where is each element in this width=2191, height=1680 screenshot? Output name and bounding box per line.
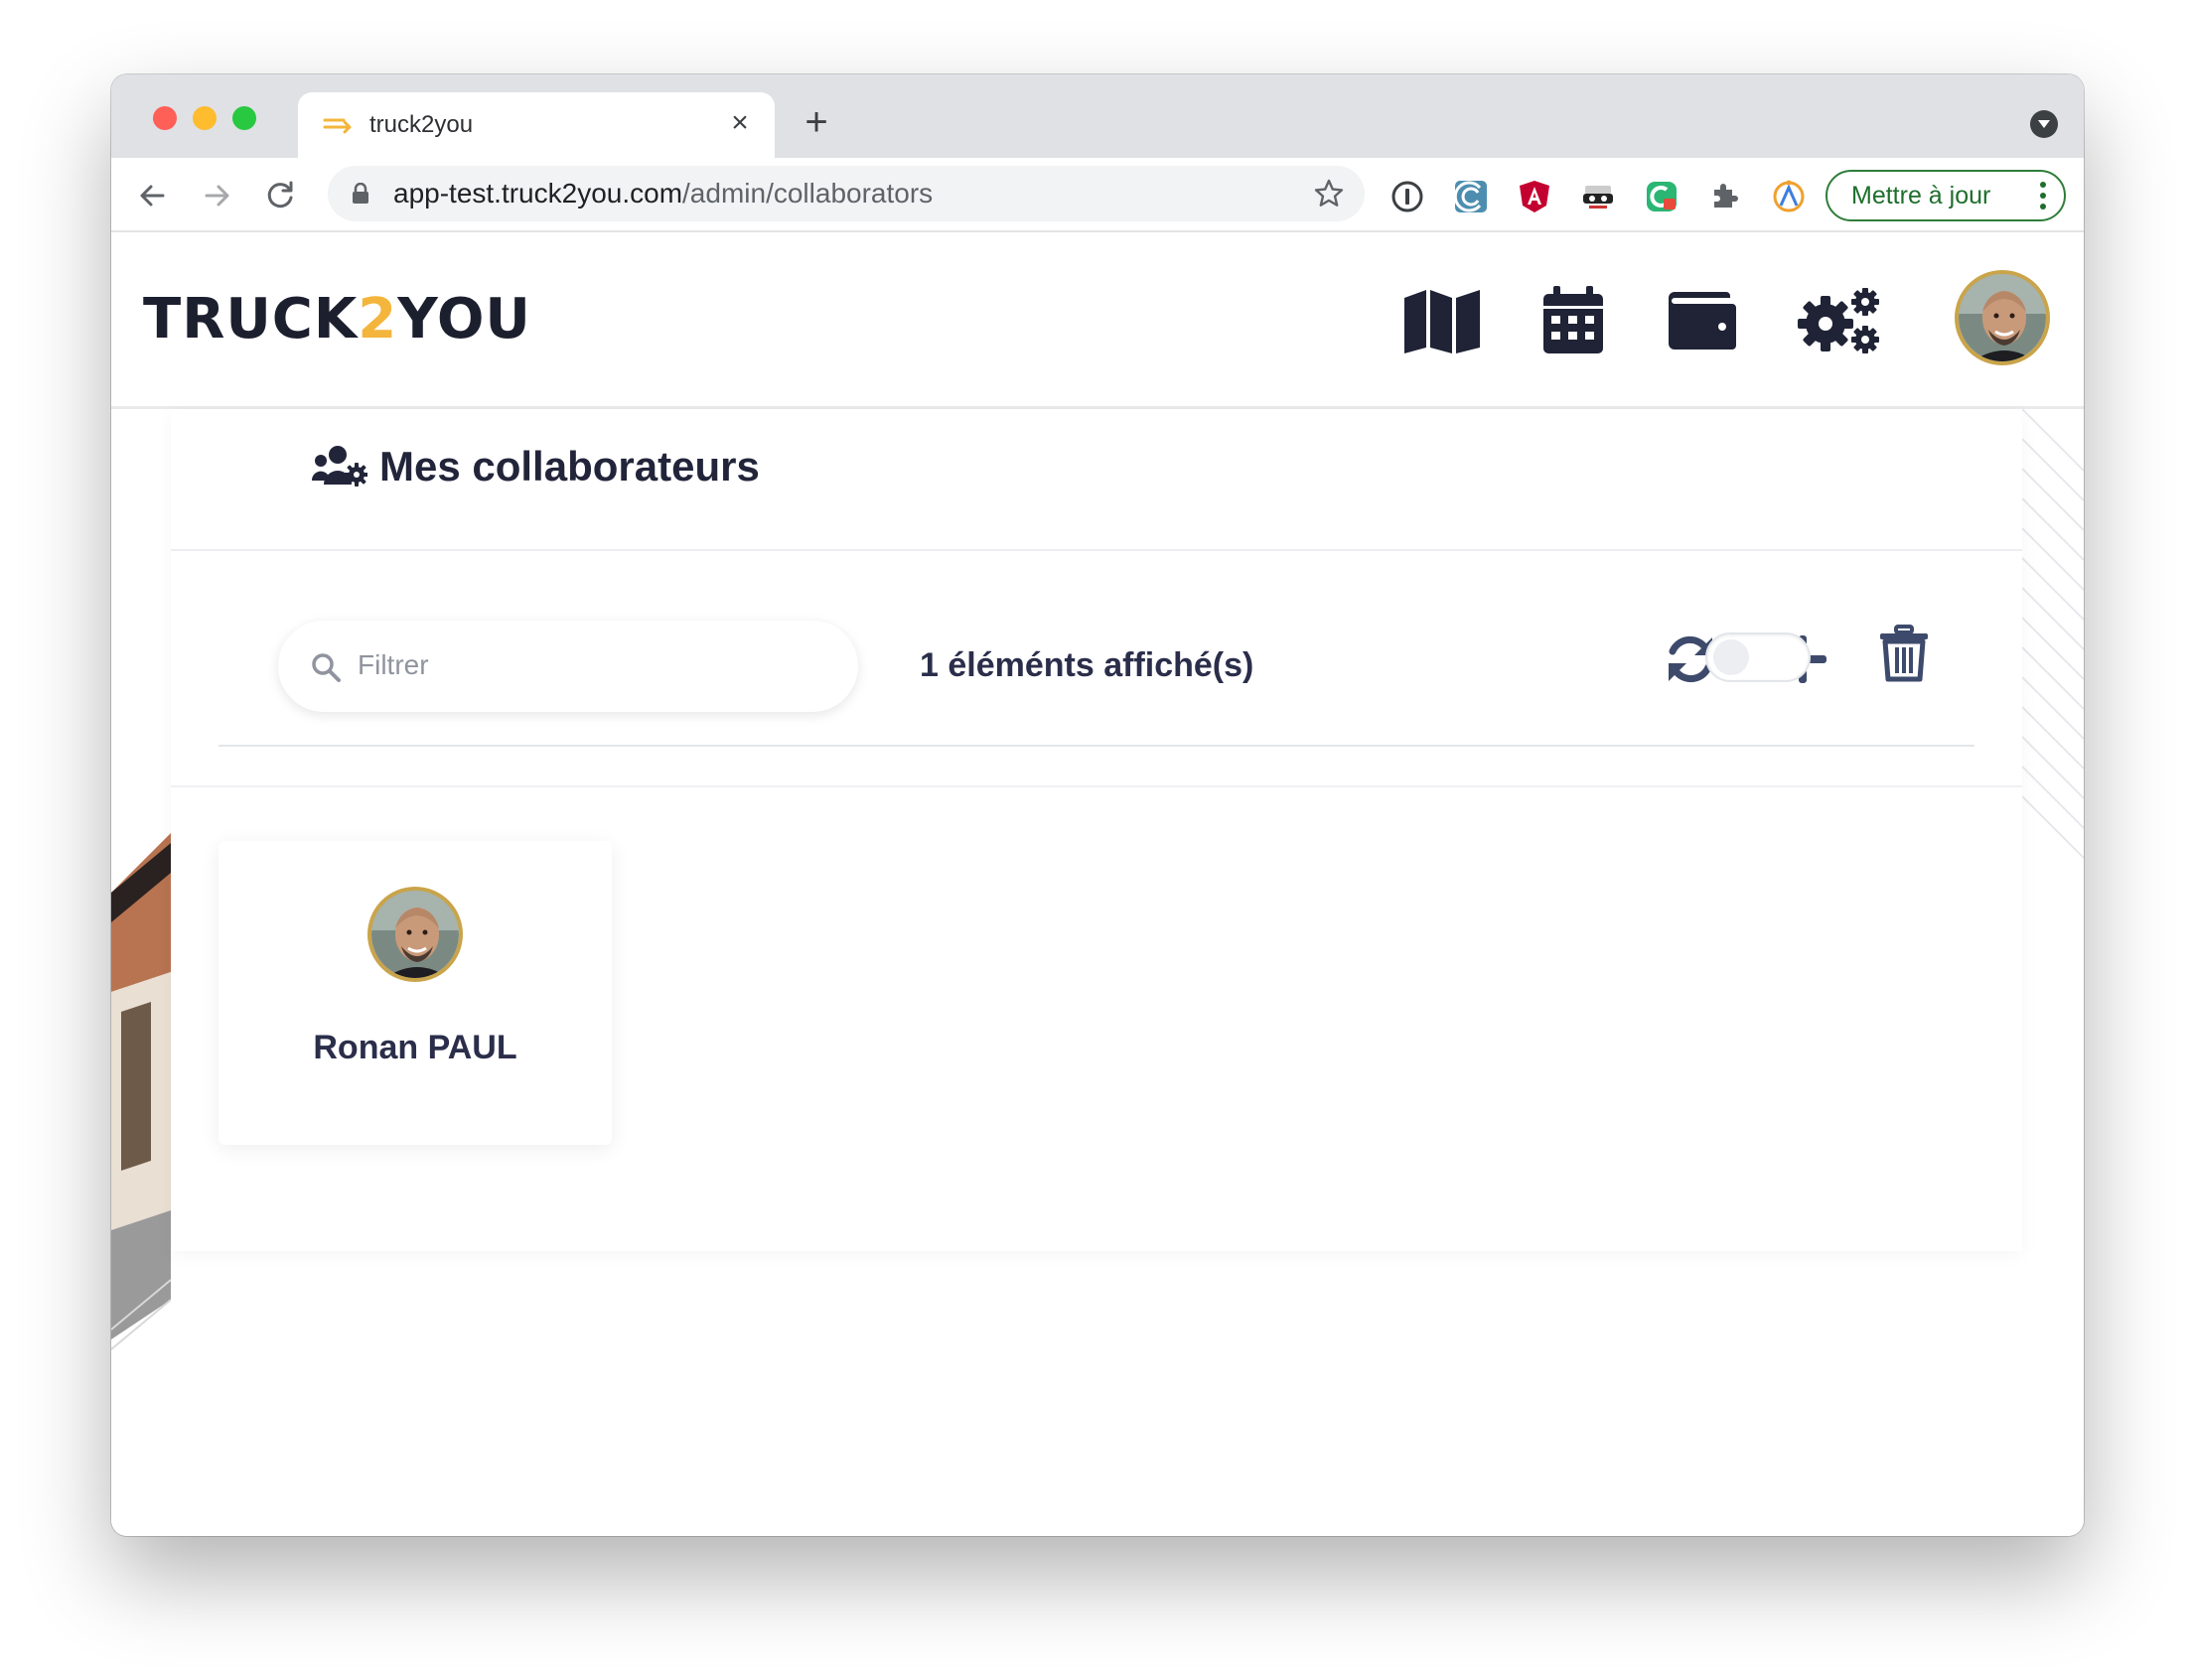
- tab-search-icon[interactable]: [2030, 110, 2058, 138]
- page-title: Mes collaborateurs: [312, 437, 760, 496]
- bookmark-star-icon[interactable]: [1313, 178, 1345, 210]
- calendar-icon[interactable]: [1534, 286, 1613, 355]
- rss-extension-icon[interactable]: [1772, 180, 1806, 213]
- user-photo: [1959, 274, 2046, 361]
- title-divider: [171, 549, 2022, 551]
- trash-icon[interactable]: [1874, 624, 1934, 683]
- web-page: TRUCK2YOU Mes collaborateurs Filtrer 1 é…: [111, 232, 2084, 1536]
- truck2you-logo[interactable]: TRUCK2YOU: [143, 290, 531, 350]
- gears-icon[interactable]: [1796, 286, 1885, 355]
- logo-part-2: 2: [358, 287, 398, 351]
- maximize-window-button[interactable]: [232, 106, 256, 130]
- lock-icon[interactable]: [352, 183, 369, 205]
- angular-devtools-icon[interactable]: [1518, 180, 1551, 213]
- toggle-knob: [1713, 639, 1749, 675]
- incognito-extension-icon[interactable]: [1581, 180, 1615, 213]
- toolbar-divider: [219, 745, 1974, 747]
- browser-tab[interactable]: truck2you ×: [298, 92, 775, 158]
- 1password-icon[interactable]: [1390, 180, 1424, 213]
- filter-field[interactable]: [278, 621, 858, 712]
- users-cog-icon: [312, 446, 367, 487]
- collaborators-panel: Mes collaborateurs 1 éléménts affiché(s): [171, 409, 2022, 1251]
- wave-extension-icon[interactable]: [1454, 180, 1488, 213]
- new-tab-button[interactable]: +: [797, 102, 836, 144]
- update-button-label: Mettre à jour: [1851, 182, 1991, 210]
- collaborator-card[interactable]: Ronan PAUL: [219, 841, 612, 1145]
- logo-part-you: YOU: [397, 287, 531, 351]
- close-window-button[interactable]: [153, 106, 177, 130]
- reload-icon[interactable]: [260, 176, 300, 215]
- search-icon: [312, 653, 341, 682]
- tab-strip: truck2you × +: [111, 74, 2084, 158]
- more-menu-icon[interactable]: [2040, 182, 2046, 210]
- collaborator-avatar: [367, 887, 463, 982]
- background-stripes-decoration: [2022, 409, 2084, 859]
- address-bar[interactable]: app-test.truck2you.com/admin/collaborato…: [328, 166, 1365, 221]
- url-host: app-test.truck2you.com: [393, 178, 683, 209]
- url-text[interactable]: app-test.truck2you.com/admin/collaborato…: [393, 178, 933, 210]
- browser-toolbar: app-test.truck2you.com/admin/collaborato…: [111, 158, 2084, 232]
- minimize-window-button[interactable]: [193, 106, 217, 130]
- tab-close-icon[interactable]: ×: [723, 106, 757, 140]
- filter-input[interactable]: [358, 640, 814, 690]
- page-title-text: Mes collaborateurs: [379, 443, 760, 490]
- browser-window: truck2you × + app-test.truck2you.com/adm…: [111, 74, 2084, 1536]
- toggle-switch[interactable]: [1705, 632, 1811, 682]
- app-header: TRUCK2YOU: [111, 232, 2084, 409]
- background-photo-decoration: [111, 833, 171, 1350]
- puzzle-extensions-icon[interactable]: [1708, 180, 1742, 213]
- truck2you-favicon-icon: [323, 118, 352, 134]
- lock-extension-icon[interactable]: [1645, 180, 1679, 213]
- update-browser-button[interactable]: Mettre à jour: [1826, 170, 2066, 221]
- section-divider: [171, 785, 2022, 787]
- displayed-count: 1 éléménts affiché(s): [920, 646, 1254, 684]
- wallet-icon[interactable]: [1661, 286, 1740, 355]
- tab-title: truck2you: [369, 111, 474, 138]
- user-avatar[interactable]: [1955, 270, 2050, 365]
- logo-part-truck: TRUCK: [143, 287, 359, 351]
- url-path: /admin/collaborators: [682, 178, 934, 209]
- forward-arrow-icon[interactable]: [197, 176, 236, 215]
- map-icon[interactable]: [1402, 286, 1482, 355]
- collaborator-photo: [371, 891, 459, 978]
- back-arrow-icon[interactable]: [133, 176, 173, 215]
- collaborator-name: Ronan PAUL: [313, 1029, 517, 1066]
